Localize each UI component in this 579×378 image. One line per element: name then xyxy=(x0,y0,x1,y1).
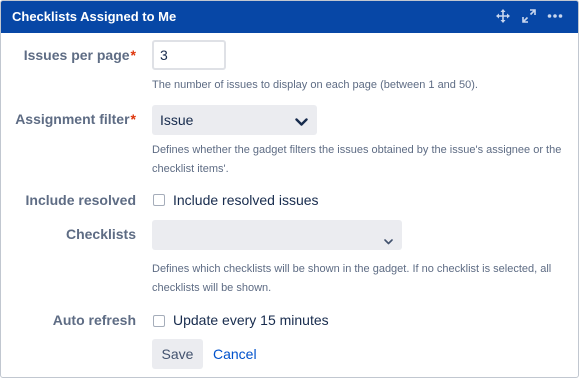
assignment-filter-help: Defines whether the gadget filters the i… xyxy=(152,144,562,175)
expand-icon[interactable] xyxy=(520,7,538,25)
auto-refresh-checkbox-label[interactable]: Update every 15 minutes xyxy=(173,312,329,328)
save-button[interactable]: Save xyxy=(152,339,203,369)
assignment-filter-label-text: Assignment filter xyxy=(15,111,130,127)
assignment-filter-label: Assignment filter* xyxy=(15,111,136,127)
required-marker: * xyxy=(130,111,136,127)
checklists-select[interactable] xyxy=(152,220,402,250)
more-icon[interactable] xyxy=(546,7,564,25)
include-resolved-checkbox[interactable] xyxy=(153,194,165,206)
chevron-down-icon xyxy=(295,114,308,132)
required-marker: * xyxy=(130,47,136,63)
issues-per-page-input[interactable] xyxy=(152,40,226,70)
chevron-down-icon xyxy=(384,232,393,250)
assignment-filter-select[interactable]: Issue xyxy=(152,105,317,135)
cancel-link[interactable]: Cancel xyxy=(213,346,257,362)
issues-per-page-help: The number of issues to display on each … xyxy=(152,79,478,91)
auto-refresh-label: Auto refresh xyxy=(52,312,136,328)
gadget-title: Checklists Assigned to Me xyxy=(12,9,177,24)
checklists-label: Checklists xyxy=(65,226,136,242)
gadget-header: Checklists Assigned to Me xyxy=(1,1,578,33)
header-actions xyxy=(494,7,564,25)
issues-per-page-label-text: Issues per page xyxy=(23,47,130,63)
checklists-help: Defines which checklists will be shown i… xyxy=(152,263,552,294)
assignment-filter-value: Issue xyxy=(160,112,194,128)
include-resolved-label: Include resolved xyxy=(25,192,136,208)
issues-per-page-label: Issues per page* xyxy=(24,47,136,63)
checklists-gadget: Checklists Assigned to Me Issues per pag… xyxy=(0,0,579,378)
move-icon[interactable] xyxy=(494,7,512,25)
auto-refresh-checkbox[interactable] xyxy=(153,315,165,327)
include-resolved-checkbox-label[interactable]: Include resolved issues xyxy=(173,192,319,208)
